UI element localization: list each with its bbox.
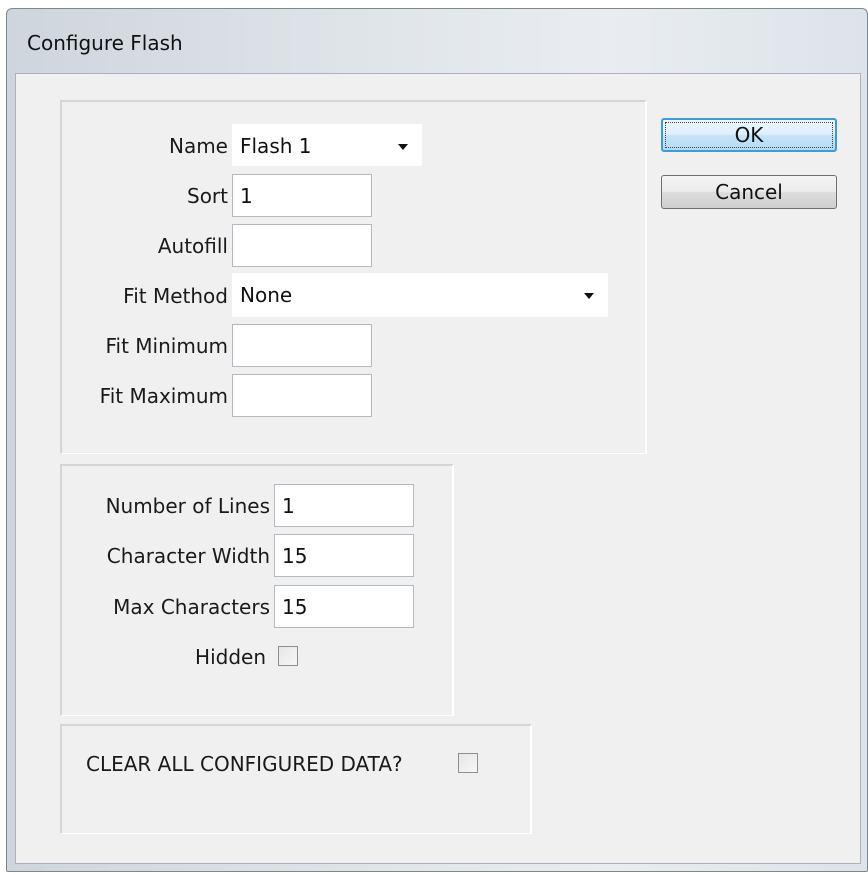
hidden-label: Hidden xyxy=(195,645,266,669)
focus-rectangle xyxy=(665,122,833,148)
clear-all-data-checkbox[interactable] xyxy=(458,753,478,773)
fit-maximum-input[interactable] xyxy=(232,374,372,417)
fit-maximum-label: Fit Maximum xyxy=(99,384,228,408)
name-label: Name xyxy=(168,134,228,158)
autofill-input[interactable] xyxy=(232,224,372,267)
character-width-input[interactable] xyxy=(274,534,414,577)
clear-all-data-label: CLEAR ALL CONFIGURED DATA? xyxy=(86,752,403,776)
dialog-title: Configure Flash xyxy=(27,31,183,55)
name-dropdown-value: Flash 1 xyxy=(240,134,312,158)
chevron-down-icon[interactable] xyxy=(584,293,594,299)
dialog-body: Name Flash 1 Sort Autofill Fit Method No… xyxy=(15,73,861,864)
fit-method-dropdown-value: None xyxy=(240,283,293,307)
ok-button[interactable]: OK xyxy=(661,118,837,152)
clear-data-group xyxy=(60,724,532,834)
cancel-button[interactable]: Cancel xyxy=(661,175,837,209)
fit-method-dropdown[interactable]: None xyxy=(232,273,608,317)
chevron-down-icon[interactable] xyxy=(398,144,408,150)
fit-minimum-input[interactable] xyxy=(232,324,372,367)
number-of-lines-label: Number of Lines xyxy=(105,494,270,518)
number-of-lines-input[interactable] xyxy=(274,484,414,527)
max-characters-label: Max Characters xyxy=(113,595,270,619)
title-bar[interactable]: Configure Flash xyxy=(7,9,867,73)
max-characters-input[interactable] xyxy=(274,585,414,628)
fit-minimum-label: Fit Minimum xyxy=(105,334,229,358)
character-width-label: Character Width xyxy=(106,544,270,568)
hidden-checkbox[interactable] xyxy=(278,646,298,666)
fit-method-label: Fit Method xyxy=(123,284,228,308)
autofill-label: Autofill xyxy=(157,234,228,258)
sort-input[interactable] xyxy=(232,174,372,217)
sort-label: Sort xyxy=(187,184,228,208)
name-dropdown[interactable]: Flash 1 xyxy=(232,124,422,166)
configure-flash-dialog: Configure Flash Name Flash 1 Sort Autofi… xyxy=(6,8,868,872)
